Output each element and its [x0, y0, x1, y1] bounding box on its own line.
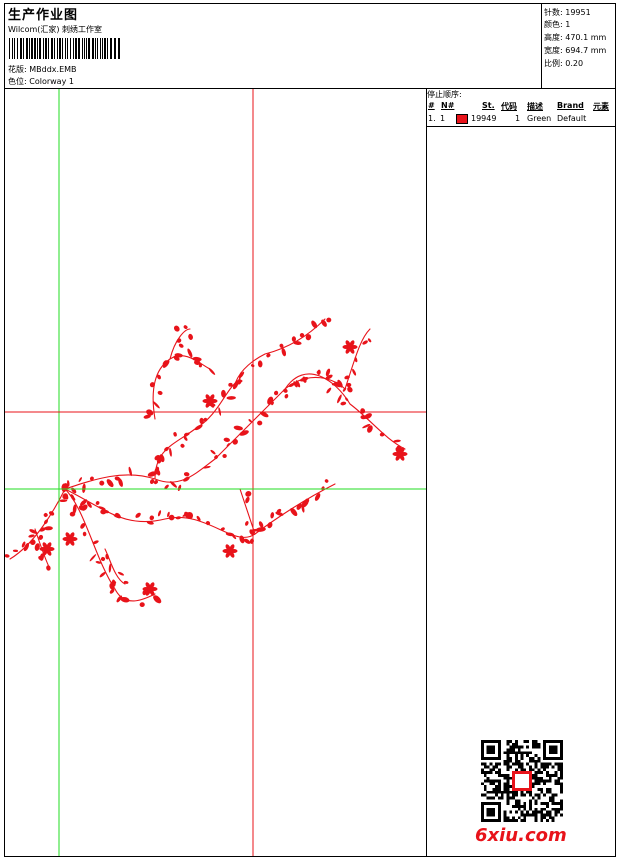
design-file-line: 花版: MBddx.EMB: [8, 64, 77, 75]
design-scale: 比例: 0.20: [544, 59, 584, 68]
stop-sequence-panel: 停止顺序: # N# St. 代码 描述 Brand 元素 1. 1 19949…: [427, 89, 615, 856]
design-preview: [5, 89, 427, 856]
colorway-value: Colorway 1: [29, 77, 74, 86]
table-row: 1. 1 19949 1 Green Default: [427, 114, 615, 127]
barcode-icon: [9, 38, 120, 59]
stats-panel: 针数: 19951 颜色: 1 高度: 470.1 mm 宽度: 694.7 m…: [542, 4, 615, 89]
col-hash: #: [428, 101, 435, 110]
design-height: 高度: 470.1 mm: [544, 33, 607, 42]
page-title: 生产作业图: [8, 8, 79, 23]
stop-sequence-heading: 停止顺序:: [427, 90, 462, 99]
sequence-column-headers: # N# St. 代码 描述 Brand 元素: [427, 101, 615, 113]
col-brand: Brand: [557, 101, 584, 110]
thread-color-swatch: [456, 114, 468, 124]
col-description: 描述: [527, 102, 543, 111]
design-width: 宽度: 694.7 mm: [544, 46, 607, 55]
col-code: 代码: [501, 102, 517, 111]
embroidery-vine-illustration: [5, 89, 426, 856]
stitch-count: 针数: 19951: [544, 8, 591, 17]
design-file: MBddx.EMB: [29, 65, 77, 74]
col-number: N#: [441, 101, 455, 110]
watermark-logo: 6xiu.com: [475, 825, 567, 846]
studio-name: Wilcom(汇家) 刺绣工作室: [8, 25, 103, 34]
design-label: 花版:: [8, 65, 27, 74]
header-panel: 生产作业图 Wilcom(汇家) 刺绣工作室 花版: MBddx.EMB 色位:…: [5, 4, 542, 89]
col-stitches: St.: [482, 101, 495, 110]
colorway-line: 色位: Colorway 1: [8, 76, 74, 87]
color-count: 颜色: 1: [544, 20, 571, 29]
colorway-label: 色位:: [8, 77, 27, 86]
production-worksheet: 生产作业图 Wilcom(汇家) 刺绣工作室 花版: MBddx.EMB 色位:…: [4, 3, 616, 857]
col-element: 元素: [593, 102, 609, 111]
qr-code-icon: [481, 740, 563, 822]
